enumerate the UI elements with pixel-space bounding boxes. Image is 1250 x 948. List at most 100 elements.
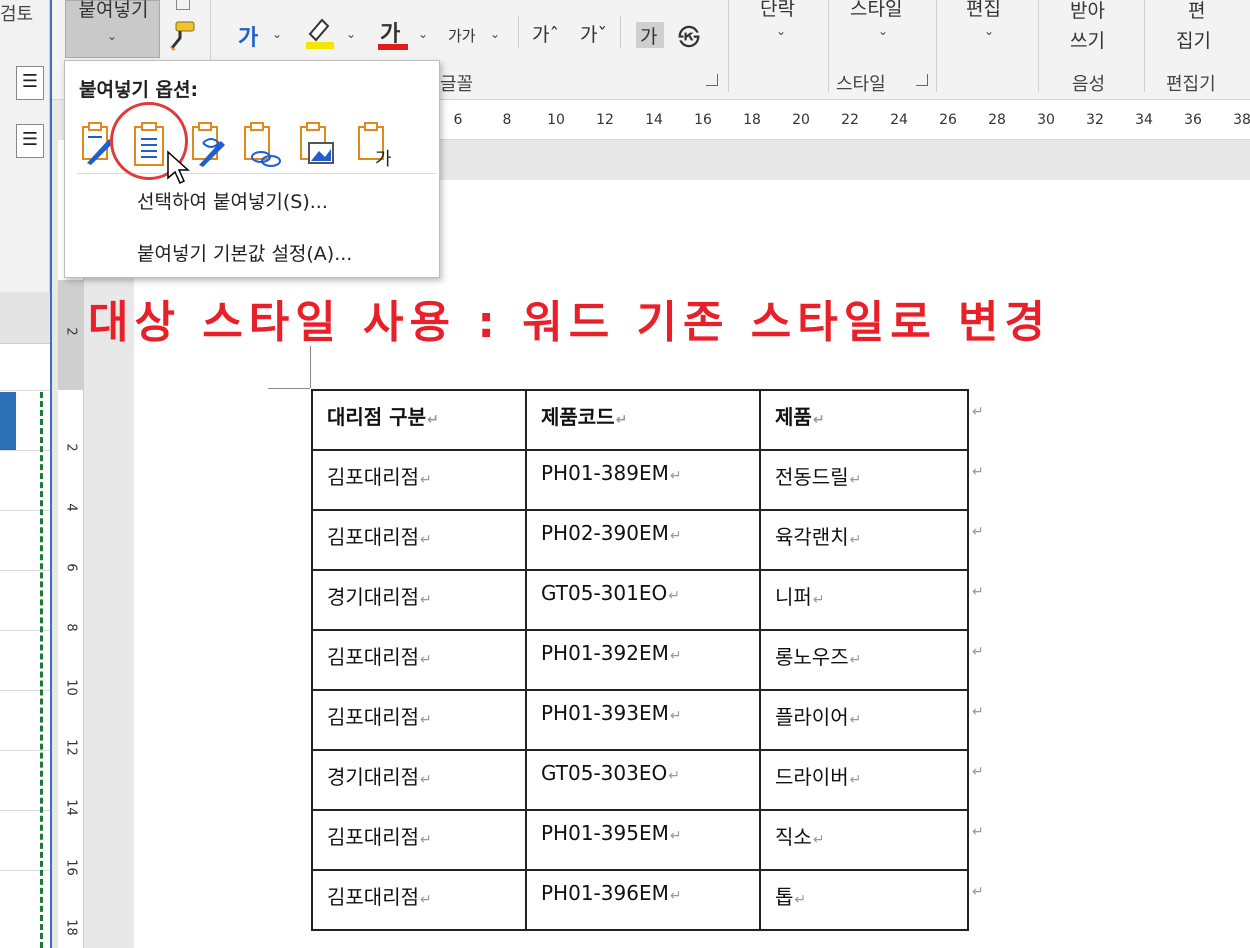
ruler-tick: 2 — [63, 443, 79, 452]
font-color-swatch — [378, 44, 408, 50]
table-cell[interactable]: 경기대리점↵ — [311, 569, 527, 631]
ruler-tick: 6 — [453, 112, 463, 128]
chevron-down-icon: ⌄ — [776, 24, 787, 38]
ruler-tick: 38 — [1233, 112, 1250, 128]
set-default-paste-item[interactable]: 붙여넣기 기본값 설정(A)... — [137, 239, 352, 266]
format-painter-icon[interactable] — [166, 18, 200, 52]
margin-guide — [268, 388, 310, 389]
character-shading-label: 가 — [640, 26, 658, 48]
table-cell[interactable]: 전동드릴↵ — [759, 449, 969, 511]
table-cell[interactable]: PH01-396EM↵ — [525, 869, 761, 931]
table-cell[interactable]: 직소↵ — [759, 809, 969, 871]
chevron-down-icon[interactable]: ⌄ — [346, 27, 356, 41]
change-case-button[interactable]: 가가 — [448, 25, 476, 46]
ruler-tick: 12 — [596, 112, 614, 128]
table-cell[interactable]: 김포대리점↵ — [311, 629, 527, 691]
table-cell[interactable]: 롱노우즈↵ — [759, 629, 969, 691]
table-cell[interactable]: 김포대리점↵ — [311, 689, 527, 751]
row-end-mark: ↵ — [972, 704, 984, 720]
table-cell[interactable]: PH02-390EM↵ — [525, 509, 761, 571]
row-end-mark: ↵ — [972, 764, 984, 780]
paste-options-menu: 붙여넣기 옵션: 가 선택하여 붙여넣기(S)... 붙여넣기 기본값 설정(A… — [64, 60, 440, 278]
picture-icon[interactable] — [297, 119, 337, 169]
ruler-tick: 22 — [841, 112, 859, 128]
table-cell[interactable]: 김포대리점↵ — [311, 869, 527, 931]
chevron-down-icon[interactable]: ⌄ — [418, 27, 428, 41]
chevron-down-icon: ⌄ — [878, 24, 889, 38]
table-cell[interactable]: PH01-393EM↵ — [525, 689, 761, 751]
ruler-tick: 30 — [1037, 112, 1055, 128]
table-cell[interactable]: PH01-392EM↵ — [525, 629, 761, 691]
editor-button[interactable]: 편 — [1188, 0, 1205, 23]
font-dialog-launcher[interactable] — [706, 74, 718, 86]
ruler-tick: 10 — [547, 112, 565, 128]
table-cell[interactable]: 김포대리점↵ — [311, 449, 527, 511]
table-cell[interactable]: 드라이버↵ — [759, 749, 969, 811]
row-end-mark: ↵ — [972, 884, 984, 900]
ruler-tick: 6 — [63, 563, 79, 572]
shrink-font-button[interactable]: 가ˇ — [580, 20, 607, 47]
divider — [936, 0, 937, 92]
chevron-down-icon[interactable]: ⌄ — [490, 27, 500, 41]
table-row: 경기대리점↵ GT05-303EO↵ 드라이버↵ — [311, 749, 969, 811]
ruler-tick: 12 — [63, 739, 79, 756]
grow-font-button[interactable]: 가ˆ — [532, 20, 559, 47]
row-end-mark: ↵ — [972, 524, 984, 540]
ruler-tick: 4 — [63, 503, 79, 512]
table-row: 경기대리점↵ GT05-301EO↵ 니퍼↵ — [311, 569, 969, 631]
table-cell[interactable]: 니퍼↵ — [759, 569, 969, 631]
ruler-tick: 26 — [939, 112, 957, 128]
table-header-cell[interactable]: 제품↵ — [759, 389, 969, 451]
voice-group-label: 음성 — [1072, 74, 1106, 95]
ruler-tick: 24 — [890, 112, 908, 128]
table-header-cell[interactable]: 대리점 구분↵ — [311, 389, 527, 451]
styles-dialog-launcher[interactable] — [916, 74, 928, 86]
table-cell[interactable]: 육각랜치↵ — [759, 509, 969, 571]
table-cell[interactable]: PH01-395EM↵ — [525, 809, 761, 871]
table-row: 김포대리점↵ PH01-395EM↵ 직소↵ — [311, 809, 969, 871]
divider — [1144, 0, 1145, 92]
table-cell[interactable]: 김포대리점↵ — [311, 509, 527, 571]
mouse-cursor-icon — [167, 150, 190, 185]
left-window-title: 검토 — [0, 4, 34, 25]
merge-formatting-icon[interactable] — [189, 119, 229, 169]
table-header-cell[interactable]: 제품코드↵ — [525, 389, 761, 451]
table-row: 김포대리점↵ PH02-390EM↵ 육각랜치↵ — [311, 509, 969, 571]
link-keep-source-icon[interactable] — [241, 119, 281, 169]
selected-cell[interactable] — [0, 392, 16, 450]
table-cell[interactable]: 톱↵ — [759, 869, 969, 931]
table-cell[interactable]: 김포대리점↵ — [311, 809, 527, 871]
paste-special-item[interactable]: 선택하여 붙여넣기(S)... — [137, 187, 328, 214]
copy-marquee — [40, 392, 43, 948]
align-left-icon[interactable]: ☰ — [16, 66, 44, 100]
table-cell[interactable]: PH01-389EM↵ — [525, 449, 761, 511]
styles-group-label: 스타일 — [836, 74, 886, 95]
paste-button-label: 붙여넣기 — [78, 0, 149, 21]
table-cell[interactable]: 경기대리점↵ — [311, 749, 527, 811]
svg-text:가: 가 — [375, 149, 392, 169]
table-cell[interactable]: GT05-303EO↵ — [525, 749, 761, 811]
editing-button[interactable]: 편집 — [966, 0, 1001, 21]
divider — [828, 0, 829, 92]
styles-button[interactable]: 스타일 — [850, 0, 902, 21]
dictate-button[interactable]: 받아 — [1070, 0, 1105, 23]
highlight-color-icon[interactable] — [300, 14, 338, 52]
paragraph-button[interactable]: 단락 — [760, 0, 795, 21]
text-effects-button[interactable]: 가 — [238, 20, 258, 52]
product-table[interactable]: 대리점 구분↵ 제품코드↵ 제품↵ 김포대리점↵ PH01-389EM↵ 전동드… — [311, 389, 969, 931]
enclose-characters-button[interactable]: ㉿ — [678, 20, 700, 52]
ruler-tick: 2 — [63, 327, 79, 336]
paste-button[interactable]: 붙여넣기 ⌄ — [65, 0, 160, 58]
annotation-headline: 대상 스타일 사용 : 워드 기존 스타일로 변경 — [88, 297, 1051, 348]
ruler-tick: 36 — [1184, 112, 1202, 128]
grid-line — [0, 390, 50, 391]
table-cell[interactable]: GT05-301EO↵ — [525, 569, 761, 631]
table-cell[interactable]: 플라이어↵ — [759, 689, 969, 751]
chevron-down-icon[interactable]: ⌄ — [272, 27, 282, 41]
row-end-mark: ↵ — [972, 824, 984, 840]
keep-text-only-icon[interactable]: 가 — [355, 119, 395, 169]
row-end-mark: ↵ — [972, 584, 984, 600]
copy-icon[interactable] — [176, 0, 190, 10]
table-header-row: 대리점 구분↵ 제품코드↵ 제품↵ — [311, 389, 969, 451]
align-left-icon[interactable]: ☰ — [16, 124, 44, 158]
